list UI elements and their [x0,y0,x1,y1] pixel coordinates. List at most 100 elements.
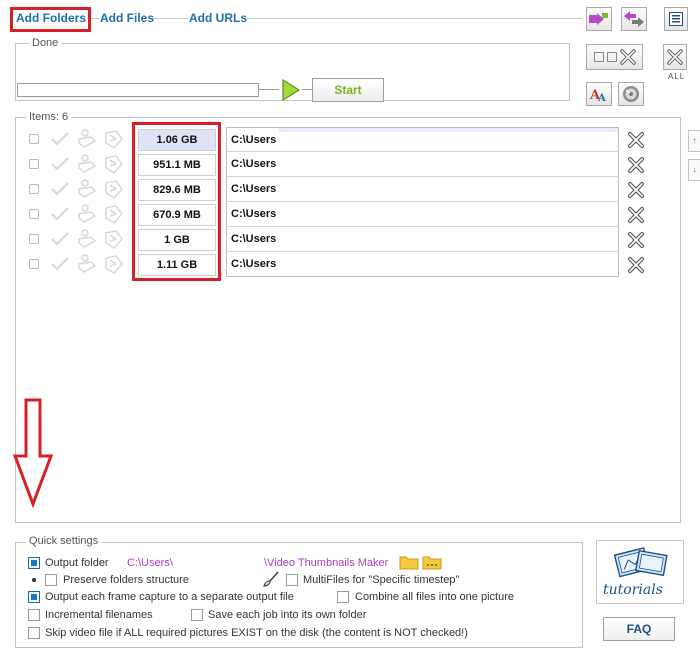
film-strip-icon [105,205,123,224]
items-list: 1.06 GB C:\Users 951.1 MB C:\Users 829.6… [0,127,700,282]
arrows-swap-icon [589,13,608,25]
bullet-dot [32,578,36,582]
checkbox-empty-icon [606,52,617,62]
item-checkbox[interactable] [29,234,39,244]
file-path-cell[interactable]: C:\Users [226,252,619,277]
folder-icon[interactable] [399,554,419,570]
item-checkbox[interactable] [29,259,39,269]
check-icon [51,232,69,246]
play-icon[interactable] [279,78,303,102]
move-up-button[interactable] [586,7,612,31]
film-strip-icon [105,155,123,174]
list-item[interactable]: 1.06 GB C:\Users [0,127,700,152]
remove-item-icon[interactable] [627,231,645,249]
arrow-down-annotation-icon [12,398,54,508]
film-person-icon [78,154,97,173]
check-icon [51,182,69,196]
progress-connector [302,89,312,90]
list-item[interactable]: 1.11 GB C:\Users [0,252,700,277]
disc-settings-button[interactable] [618,82,644,106]
multifiles-checkbox[interactable] [286,574,298,586]
selection-toggle-button[interactable] [586,44,643,70]
list-item[interactable]: 829.6 MB C:\Users [0,177,700,202]
remove-all-button[interactable] [663,44,687,70]
item-checkbox[interactable] [29,159,39,169]
move-down-button[interactable] [621,7,647,31]
item-checkbox[interactable] [29,184,39,194]
check-icon [51,207,69,221]
font-icon: A A [589,88,606,103]
remove-item-icon[interactable] [627,131,645,149]
item-checkbox[interactable] [29,134,39,144]
each-frame-label: Output each frame capture to a separate … [45,591,294,603]
list-item[interactable]: 951.1 MB C:\Users [0,152,700,177]
start-button[interactable]: Start [312,78,384,102]
brush-icon [263,571,279,587]
film-person-icon [78,204,97,223]
film-person-icon [78,129,97,148]
output-folder-checkbox[interactable] [28,557,40,569]
svg-text:A: A [597,93,606,103]
output-folder-path-end[interactable]: \Video Thumbnails Maker [264,557,388,569]
progress-connector [259,89,279,90]
checkbox-empty-icon [593,52,604,62]
film-person-icon [78,229,97,248]
toolbar-divider [152,18,188,19]
file-path-cell[interactable]: C:\Users [226,177,619,202]
output-folder-label: Output folder [45,557,109,569]
preserve-structure-label: Preserve folders structure [63,574,189,586]
film-strip-icon [105,230,123,249]
tutorials-button[interactable]: tutorials [596,540,684,604]
font-settings-button[interactable]: A A [586,82,612,106]
file-path-text: C:\Users [231,258,277,270]
item-checkbox[interactable] [29,209,39,219]
incremental-checkbox[interactable] [28,609,40,621]
skip-existing-checkbox[interactable] [28,627,40,639]
preserve-structure-checkbox[interactable] [45,574,57,586]
quick-settings-label: Quick settings [26,535,102,547]
list-view-button[interactable] [664,7,688,31]
remove-item-icon[interactable] [627,156,645,174]
items-count: Items: 6 [26,111,72,123]
faq-button[interactable]: FAQ [603,617,675,641]
file-path-text: C:\Users [231,133,277,146]
toolbar-divider [246,18,582,19]
arrows-exchange-icon [624,11,644,27]
file-path-text: C:\Users [231,158,277,170]
output-folder-path-start[interactable]: C:\Users\ [127,557,173,569]
add-urls-link[interactable]: Add URLs [189,11,247,25]
add-files-link[interactable]: Add Files [100,11,154,25]
each-frame-checkbox[interactable] [28,591,40,603]
own-folder-checkbox[interactable] [191,609,203,621]
file-path-cell[interactable]: C:\Users [226,152,619,177]
remove-item-icon[interactable] [627,206,645,224]
list-icon [669,12,683,26]
remove-item-icon[interactable] [627,181,645,199]
skip-existing-label: Skip video file if ALL required pictures… [45,627,468,639]
tutorials-label: tutorials [603,582,663,598]
file-path-cell[interactable]: C:\Users [226,202,619,227]
status-label: Done [29,37,62,49]
progress-bar [17,83,259,97]
file-path-cell[interactable]: C:\Users [226,227,619,252]
file-path-cell[interactable]: C:\Users [226,127,619,152]
combine-label: Combine all files into one picture [355,591,514,603]
incremental-label: Incremental filenames [45,609,153,621]
browse-folder-icon[interactable] [422,554,442,570]
check-icon [51,157,69,171]
list-item[interactable]: 1 GB C:\Users [0,227,700,252]
file-path-text: C:\Users [231,208,277,220]
path-highlight [279,128,618,132]
close-icon [667,49,683,65]
multifiles-label: MultiFiles for "Specific timestep" [303,574,460,586]
remove-item-icon[interactable] [627,256,645,274]
film-person-icon [78,179,97,198]
remove-all-label: ALL [668,72,686,81]
list-item[interactable]: 670.9 MB C:\Users [0,202,700,227]
highlight-box-add-folders [10,7,91,32]
highlight-box-sizes [132,122,221,281]
disc-icon [623,86,639,102]
film-strip-icon [105,130,123,149]
combine-checkbox[interactable] [337,591,349,603]
file-path-text: C:\Users [231,183,277,195]
